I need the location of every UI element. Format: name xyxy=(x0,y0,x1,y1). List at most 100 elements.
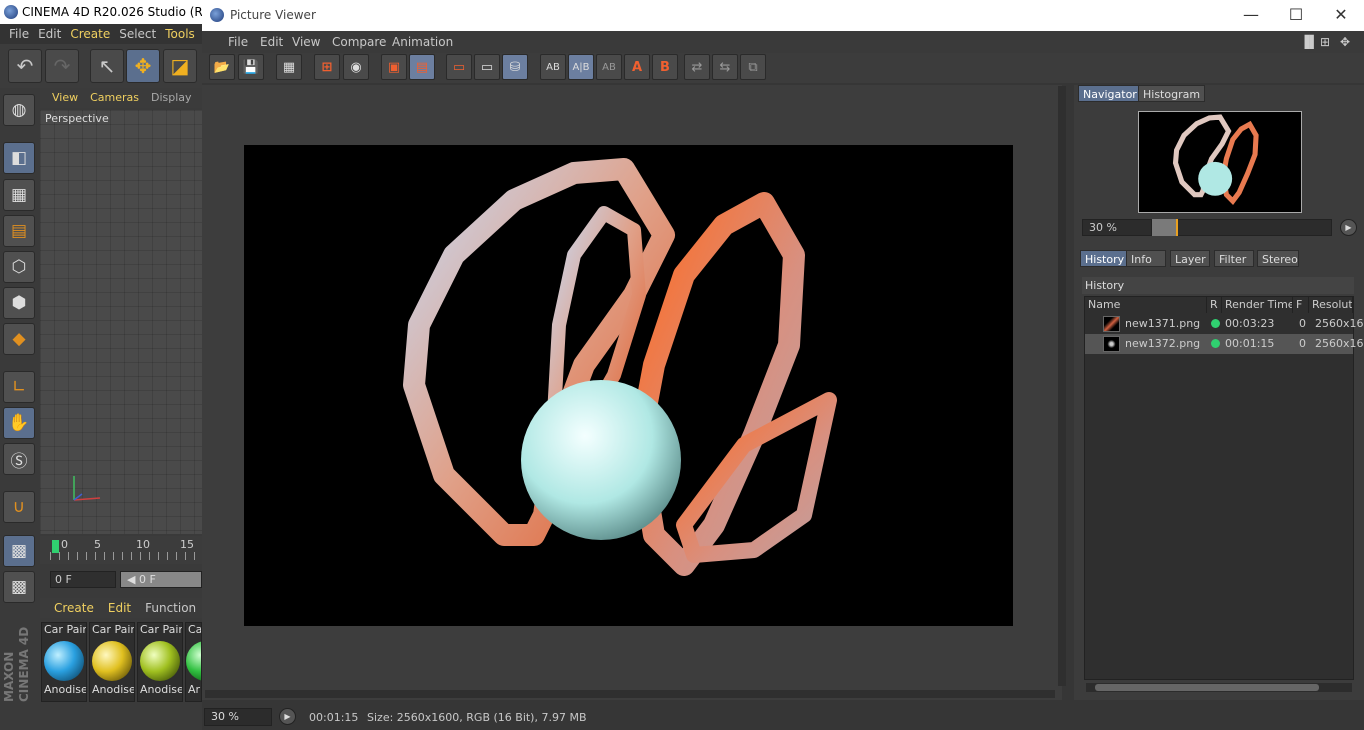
lock-workplane-icon[interactable]: ▩ xyxy=(3,535,35,567)
maximize-button[interactable]: ☐ xyxy=(1273,0,1319,31)
canvas-horizontal-scrollbar[interactable] xyxy=(205,690,1055,698)
history-row[interactable]: new1371.png 00:03:23 0 2560x16 xyxy=(1085,314,1364,334)
status-play-icon[interactable]: ▶ xyxy=(279,708,296,725)
c4d-menu-create[interactable]: Create xyxy=(70,27,110,41)
undo-icon[interactable]: ↶ xyxy=(8,49,42,83)
material-swatch[interactable]: Ca Ar xyxy=(185,622,202,702)
render-queue-icon[interactable]: ▤ xyxy=(409,54,435,80)
grid-view-icon[interactable]: ▦ xyxy=(276,54,302,80)
start-frame-field[interactable]: 0 F xyxy=(50,571,116,588)
column-header-resolution[interactable]: Resoluti xyxy=(1309,297,1353,313)
column-header-render[interactable]: R xyxy=(1207,297,1222,313)
overlay-ab-icon[interactable]: ⧉ xyxy=(740,54,766,80)
tab-histogram[interactable]: Histogram xyxy=(1138,85,1206,102)
history-frame: 0 xyxy=(1299,317,1306,330)
tab-navigator[interactable]: Navigator xyxy=(1078,85,1142,102)
viewer-menu-view[interactable]: View xyxy=(292,31,320,53)
tab-info[interactable]: Info xyxy=(1126,250,1166,267)
viewport-label: Perspective xyxy=(45,112,109,125)
tab-layer[interactable]: Layer xyxy=(1170,250,1210,267)
navigator-zoom-slider-fill[interactable] xyxy=(1152,219,1178,236)
c4d-menu-select[interactable]: Select xyxy=(119,27,156,41)
navigator-zoom-slider[interactable] xyxy=(1152,219,1332,236)
frame-range-slider[interactable]: ◀ 0 F xyxy=(120,571,202,588)
align-ab-icon[interactable]: ⇆ xyxy=(712,54,738,80)
axis-mode-icon[interactable]: ∟ xyxy=(3,371,35,403)
column-header-render-time[interactable]: Render Time xyxy=(1222,297,1293,313)
redo-icon[interactable]: ↷ xyxy=(45,49,79,83)
planar-workplane-icon[interactable]: ▩ xyxy=(3,571,35,603)
workplane-icon[interactable]: ▤ xyxy=(3,215,35,247)
c4d-window-title: CINEMA 4D R20.026 Studio (RC - R xyxy=(0,0,202,24)
sphere-mode-icon[interactable]: ◍ xyxy=(3,94,35,126)
viewer-toolbar xyxy=(202,53,1364,83)
tab-stereo[interactable]: Stereo xyxy=(1257,250,1299,267)
viewport-menu-view[interactable]: View xyxy=(52,91,78,104)
timeline-tick-label: 0 xyxy=(61,538,68,551)
history-filename: new1372.png xyxy=(1125,337,1201,350)
material-swatch[interactable]: Car Pain Anodise xyxy=(137,622,183,702)
show-preview-icon[interactable]: ▭ xyxy=(474,54,500,80)
texture-mode-icon[interactable]: ▦ xyxy=(3,179,35,211)
history-scrollbar-thumb[interactable] xyxy=(1095,684,1319,691)
status-zoom-field[interactable]: 30 % xyxy=(204,708,272,726)
c4d-menu-tools[interactable]: Tools xyxy=(165,27,195,41)
history-row[interactable]: new1372.png 00:01:15 0 2560x16 xyxy=(1085,334,1364,354)
c4d-menu-file[interactable]: File xyxy=(9,27,29,41)
model-mode-icon[interactable]: ◧ xyxy=(3,142,35,174)
column-header-name[interactable]: Name xyxy=(1085,297,1207,313)
navigator-zoom-field[interactable]: 30 % xyxy=(1082,219,1152,236)
polygons-mode-icon[interactable]: ◆ xyxy=(3,323,35,355)
compare-split-icon[interactable]: A|B xyxy=(568,54,594,80)
render-region-icon[interactable]: ◉ xyxy=(343,54,369,80)
layout-toggle-icon[interactable]: ▐▌ xyxy=(1300,31,1318,53)
viewer-menu-edit[interactable]: Edit xyxy=(260,31,283,53)
viewport-menu-display[interactable]: Display xyxy=(151,91,192,104)
show-layers-icon[interactable]: ⛁ xyxy=(502,54,528,80)
save-file-icon[interactable]: 💾 xyxy=(238,54,264,80)
history-resolution: 2560x16 xyxy=(1315,337,1364,350)
navigator-play-icon[interactable]: ▶ xyxy=(1340,219,1357,236)
points-mode-icon[interactable]: ⬡ xyxy=(3,251,35,283)
minimize-button[interactable]: — xyxy=(1228,0,1274,31)
material-name: Car Pain xyxy=(140,623,183,636)
tab-filter[interactable]: Filter xyxy=(1214,250,1254,267)
set-a-icon[interactable]: A xyxy=(624,54,650,80)
column-header-frame[interactable]: F xyxy=(1293,297,1309,313)
canvas-vertical-scrollbar[interactable] xyxy=(1058,86,1066,686)
new-panel-icon[interactable]: ⊞ xyxy=(1320,31,1330,53)
viewer-menu-animation[interactable]: Animation xyxy=(392,31,453,53)
material-menu-edit[interactable]: Edit xyxy=(108,601,131,615)
tweak-mode-icon[interactable]: ✋ xyxy=(3,407,35,439)
add-image-icon[interactable]: ⊞ xyxy=(314,54,340,80)
material-subname: Anodise xyxy=(44,683,87,696)
open-file-icon[interactable]: 📂 xyxy=(209,54,235,80)
compare-diff-icon[interactable]: AB xyxy=(596,54,622,80)
solo-mode-icon[interactable]: Ⓢ xyxy=(3,443,35,475)
edges-mode-icon[interactable]: ⬢ xyxy=(3,287,35,319)
compare-ab-icon[interactable]: AB xyxy=(540,54,566,80)
selection-tool-icon[interactable]: ↖ xyxy=(90,49,124,83)
set-b-icon[interactable]: B xyxy=(652,54,678,80)
close-button[interactable]: ✕ xyxy=(1318,0,1364,31)
navigator-thumbnail[interactable] xyxy=(1138,111,1302,213)
scale-tool-icon[interactable]: ◪ xyxy=(163,49,197,83)
snap-magnet-icon[interactable]: ∪ xyxy=(3,491,35,523)
viewer-menu-compare[interactable]: Compare xyxy=(332,31,386,53)
show-image-icon[interactable]: ▭ xyxy=(446,54,472,80)
swap-ab-icon[interactable]: ⇄ xyxy=(684,54,710,80)
viewport-menu-cameras[interactable]: Cameras xyxy=(90,91,139,104)
material-name: Ca xyxy=(188,623,202,636)
move-panel-icon[interactable]: ✥ xyxy=(1340,31,1350,53)
material-menu-function[interactable]: Function xyxy=(145,601,196,615)
c4d-menu-edit[interactable]: Edit xyxy=(38,27,61,41)
viewport-menubar: View Cameras Display xyxy=(40,88,202,108)
viewer-menu-file[interactable]: File xyxy=(228,31,248,53)
stop-render-icon[interactable]: ▣ xyxy=(381,54,407,80)
material-swatch[interactable]: Car Pain Anodise xyxy=(89,622,135,702)
material-menu-create[interactable]: Create xyxy=(54,601,94,615)
rendered-image xyxy=(244,145,1013,626)
move-tool-icon[interactable]: ✥ xyxy=(126,49,160,83)
material-swatch[interactable]: Car Pain Anodise xyxy=(41,622,87,702)
tab-history[interactable]: History xyxy=(1080,250,1130,267)
